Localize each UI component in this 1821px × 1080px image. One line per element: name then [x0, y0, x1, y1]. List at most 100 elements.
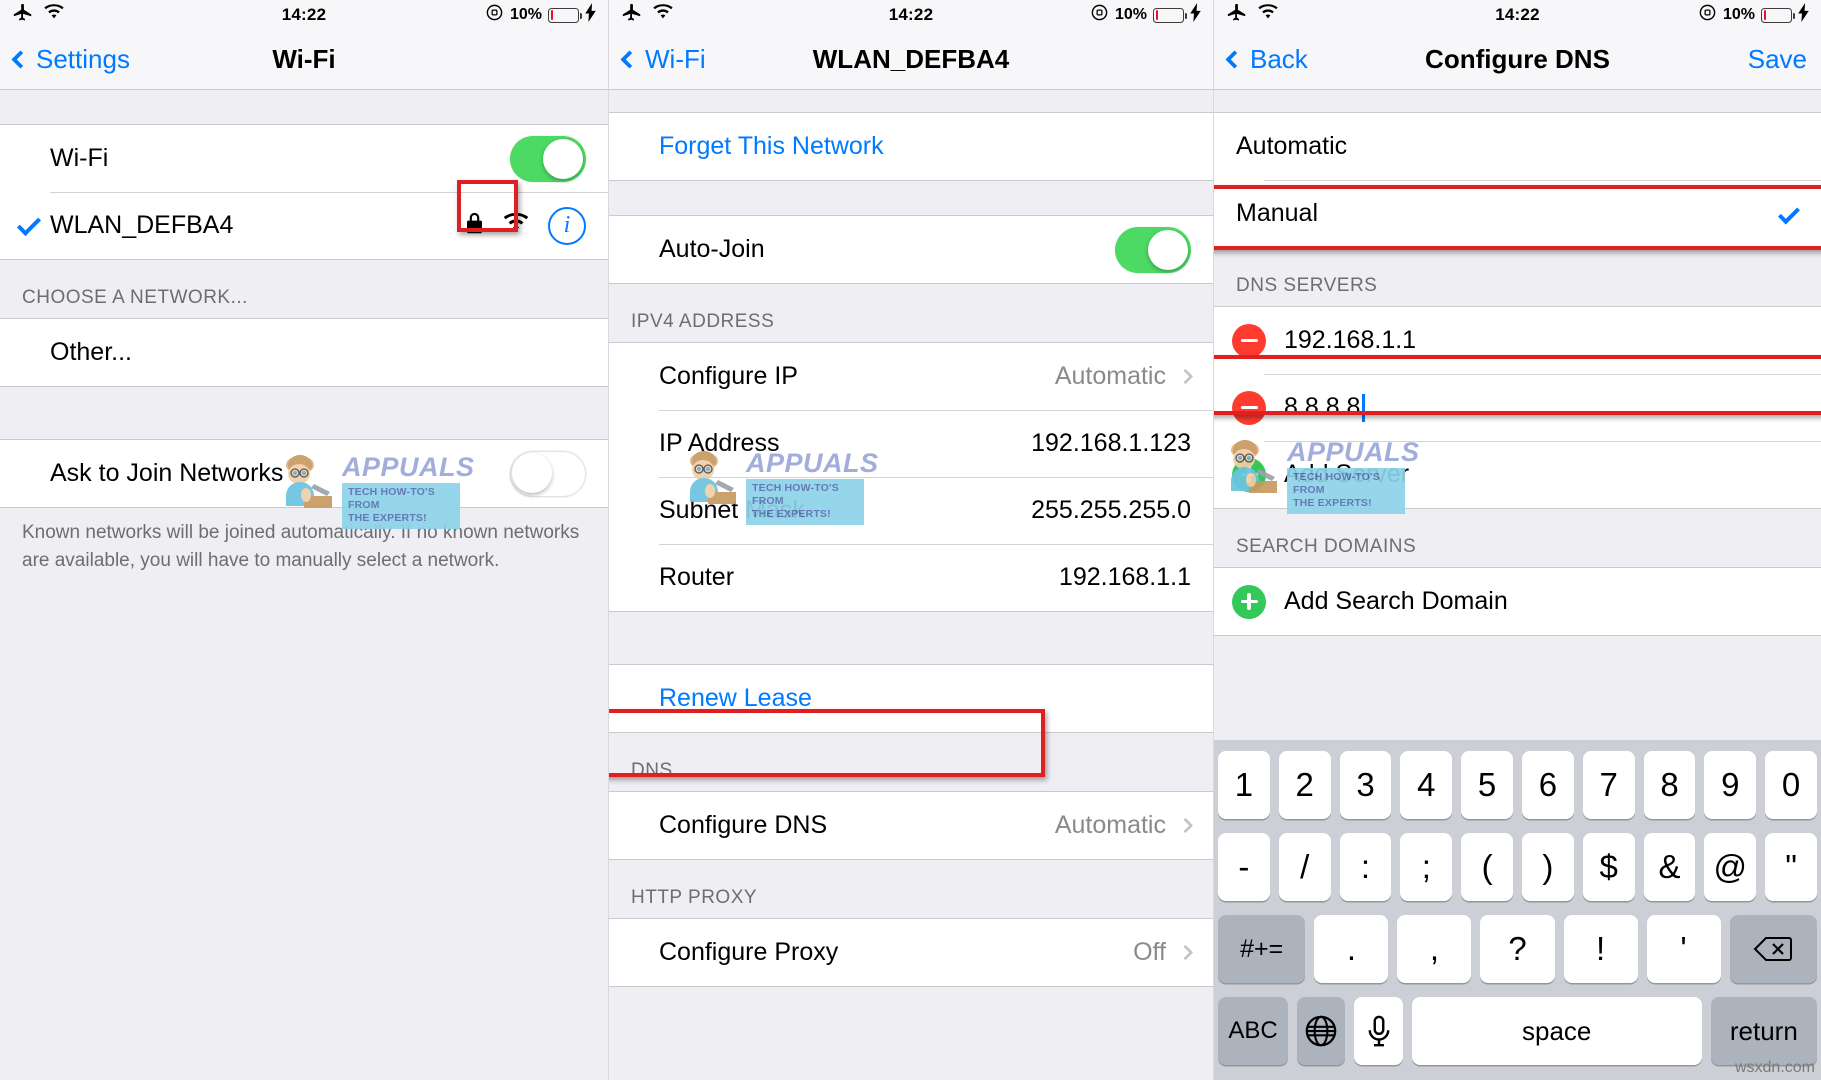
key-abc[interactable]: ABC — [1218, 997, 1289, 1065]
key-at[interactable]: @ — [1704, 833, 1757, 901]
keyboard-row-numbers: 1 2 3 4 5 6 7 8 9 0 — [1218, 751, 1817, 819]
key-semicolon[interactable]: ; — [1400, 833, 1453, 901]
row-mode-automatic[interactable]: Automatic — [1214, 113, 1821, 180]
key-8[interactable]: 8 — [1643, 751, 1696, 819]
key-space[interactable]: space — [1411, 997, 1702, 1065]
row-label: Renew Lease — [659, 684, 812, 712]
ipv4-group: Configure IP Automatic IP Address 192.16… — [609, 342, 1213, 612]
back-button[interactable]: Back — [1225, 44, 1308, 75]
row-other-network[interactable]: Other... — [0, 319, 608, 386]
row-label: Manual — [1236, 199, 1318, 227]
row-add-server[interactable]: Add Server — [1214, 441, 1821, 508]
key-paren-open[interactable]: ( — [1461, 833, 1513, 901]
key-1[interactable]: 1 — [1218, 751, 1270, 819]
row-label: Add Search Domain — [1284, 587, 1508, 615]
row-dns-server-editing[interactable]: 8.8.8.8 — [1214, 374, 1821, 441]
key-apostrophe[interactable]: ' — [1646, 915, 1721, 983]
status-bar: 14:22 10% — [0, 0, 608, 30]
row-label: IP Address — [659, 429, 780, 457]
back-button-label: Wi-Fi — [645, 44, 706, 74]
keyboard-row-symbols: - / : ; ( ) $ & @ " — [1218, 833, 1817, 901]
key-5[interactable]: 5 — [1461, 751, 1513, 819]
key-6[interactable]: 6 — [1522, 751, 1574, 819]
row-connected-network[interactable]: WLAN_DEFBA4 i — [0, 192, 608, 259]
key-2[interactable]: 2 — [1278, 751, 1331, 819]
key-7[interactable]: 7 — [1582, 751, 1635, 819]
key-paren-close[interactable]: ) — [1522, 833, 1574, 901]
key-period[interactable]: . — [1314, 915, 1389, 983]
row-label: Auto-Join — [659, 235, 765, 263]
section-header-search-domains: SEARCH DOMAINS — [1236, 536, 1417, 557]
key-symbols-shift[interactable]: #+= — [1218, 915, 1306, 983]
remove-icon[interactable] — [1232, 323, 1266, 358]
row-value: 255.255.255.0 — [1031, 496, 1191, 524]
network-row-icons: i — [465, 206, 586, 245]
row-configure-ip[interactable]: Configure IP Automatic — [609, 343, 1213, 410]
row-mode-manual[interactable]: Manual — [1214, 180, 1821, 247]
key-dollar[interactable]: $ — [1582, 833, 1635, 901]
row-value: Automatic — [1054, 811, 1166, 839]
globe-icon[interactable] — [1297, 997, 1346, 1065]
back-button-wifi[interactable]: Wi-Fi — [620, 44, 706, 75]
section-header-wrap: HTTP PROXY — [609, 860, 1213, 918]
row-router: Router 192.168.1.1 — [609, 544, 1213, 611]
chevron-left-icon — [620, 50, 639, 69]
key-comma[interactable]: , — [1397, 915, 1472, 983]
add-icon[interactable] — [1232, 584, 1266, 619]
key-3[interactable]: 3 — [1339, 751, 1392, 819]
microphone-icon[interactable] — [1354, 997, 1403, 1065]
row-label: Wi-Fi — [50, 144, 109, 172]
section-header-ipv4: IPV4 ADDRESS — [631, 311, 775, 332]
row-ask-to-join[interactable]: Ask to Join Networks — [0, 440, 608, 507]
chevron-right-icon — [1177, 944, 1194, 961]
key-exclamation[interactable]: ! — [1563, 915, 1638, 983]
wifi-settings-body: Wi-Fi WLAN_DEFBA4 i CHOOSE A NETWORK... … — [0, 90, 608, 1079]
dns-server-input[interactable]: 8.8.8.8 — [1284, 393, 1360, 422]
remove-icon[interactable] — [1232, 390, 1266, 425]
checkmark-icon — [16, 211, 42, 237]
ask-to-join-toggle[interactable] — [510, 450, 586, 497]
corner-watermark: wsxdn.com — [1734, 1059, 1815, 1076]
key-0[interactable]: 0 — [1765, 751, 1817, 819]
text-caret — [1362, 393, 1365, 422]
row-auto-join[interactable]: Auto-Join — [609, 216, 1213, 283]
key-slash[interactable]: / — [1278, 833, 1331, 901]
row-forget-network[interactable]: Forget This Network — [609, 113, 1213, 180]
back-button-settings[interactable]: Settings — [11, 44, 130, 75]
row-add-search-domain[interactable]: Add Search Domain — [1214, 568, 1821, 635]
row-dns-server[interactable]: 192.168.1.1 — [1214, 307, 1821, 374]
row-configure-proxy[interactable]: Configure Proxy Off — [609, 919, 1213, 986]
auto-join-toggle[interactable] — [1115, 226, 1191, 273]
key-ampersand[interactable]: & — [1643, 833, 1696, 901]
backspace-icon[interactable] — [1729, 915, 1817, 983]
row-wifi-toggle[interactable]: Wi-Fi — [0, 125, 608, 192]
section-header-choose-network: CHOOSE A NETWORK... — [22, 287, 248, 308]
row-label: Ask to Join Networks — [50, 459, 284, 487]
dns-servers-group: 192.168.1.1 8.8.8.8 Add Server — [1214, 306, 1821, 509]
row-configure-dns[interactable]: Configure DNS Automatic — [609, 792, 1213, 859]
add-icon[interactable] — [1232, 457, 1266, 492]
row-renew-lease[interactable]: Renew Lease — [609, 665, 1213, 732]
key-question[interactable]: ? — [1480, 915, 1555, 983]
nav-bar: Wi-Fi WLAN_DEFBA4 — [609, 30, 1213, 90]
key-quote[interactable]: " — [1765, 833, 1817, 901]
row-label: Configure DNS — [659, 811, 828, 839]
key-hyphen[interactable]: - — [1218, 833, 1270, 901]
network-detail-body: Forget This Network Auto-Join IPV4 ADDRE… — [609, 90, 1213, 1079]
renew-lease-group: Renew Lease — [609, 664, 1213, 733]
info-icon[interactable]: i — [548, 206, 586, 245]
key-4[interactable]: 4 — [1400, 751, 1453, 819]
dns-group: Configure DNS Automatic — [609, 791, 1213, 860]
wifi-toggle[interactable] — [510, 135, 586, 182]
key-9[interactable]: 9 — [1704, 751, 1757, 819]
key-colon[interactable]: : — [1339, 833, 1392, 901]
section-header-dns-servers: DNS SERVERS — [1236, 275, 1378, 296]
row-label: Automatic — [1236, 132, 1348, 160]
key-return[interactable]: return — [1710, 997, 1817, 1065]
nav-bar: Back Configure DNS Save — [1214, 30, 1821, 90]
save-button[interactable]: Save — [1748, 44, 1807, 75]
section-header-http-proxy: HTTP PROXY — [631, 887, 758, 908]
